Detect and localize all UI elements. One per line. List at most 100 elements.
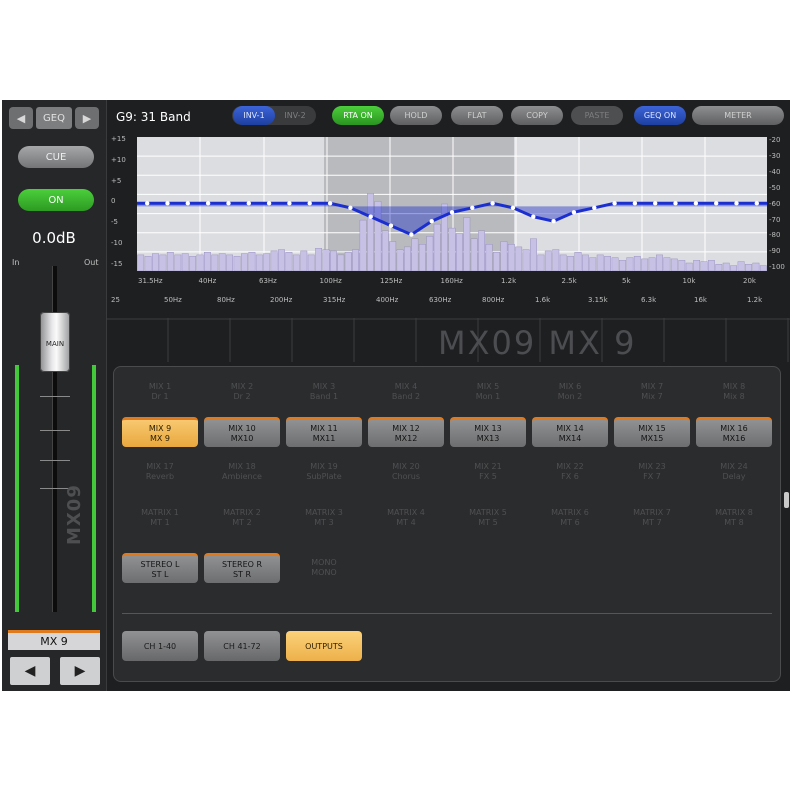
output-selector-panel: MIX 1 Dr 1 MIX 2 Dr 2 MIX 3 Band 1 MIX 4 Ba…: [113, 366, 781, 682]
level-scale-label: -60: [769, 199, 781, 208]
bus-select-mix-23[interactable]: MIX 23 FX 7: [614, 457, 690, 487]
bus-select-mix-1[interactable]: MIX 1 Dr 1: [122, 377, 198, 407]
rta-bar: [389, 241, 397, 271]
bus-select-matrix-6[interactable]: MATRIX 6 MT 6: [532, 503, 608, 533]
rta-bar: [241, 253, 248, 271]
frequency-label: 25: [111, 296, 120, 304]
frequency-label: 160Hz: [440, 277, 463, 285]
bus-select-matrix-3[interactable]: MATRIX 3 MT 3: [286, 503, 362, 533]
rta-bar: [359, 219, 367, 271]
rta-on-button[interactable]: RTA ON: [332, 106, 384, 125]
rta-bar: [211, 254, 219, 271]
bus-select-mix-4[interactable]: MIX 4 Band 2: [368, 377, 444, 407]
bus-select-mix-18[interactable]: MIX 18 Ambience: [204, 457, 280, 487]
rta-bar: [166, 251, 174, 271]
rta-bar: [685, 262, 693, 271]
bank-ch-41-72-button[interactable]: CH 41-72: [204, 631, 280, 661]
bus-select-mix-17[interactable]: MIX 17 Reverb: [122, 457, 198, 487]
bus-select-mix-2[interactable]: MIX 2 Dr 2: [204, 377, 280, 407]
flat-button[interactable]: FLAT: [451, 106, 503, 125]
out-label: Out: [84, 258, 99, 267]
rta-bar: [715, 264, 723, 271]
bus-select-matrix-4[interactable]: MATRIX 4 MT 4: [368, 503, 444, 533]
bus-select-mix-7[interactable]: MIX 7 Mix 7: [614, 377, 690, 407]
rta-bar: [315, 247, 322, 271]
bus-select-mix-16[interactable]: MIX 16 MX16: [696, 417, 772, 447]
right-arrow-icon: ▶: [74, 663, 86, 679]
bus-select-mix-15[interactable]: MIX 15 MX15: [614, 417, 690, 447]
paste-button[interactable]: PASTE: [571, 106, 623, 125]
next-geq-arrow-icon[interactable]: ▶: [75, 107, 99, 129]
bus-select-matrix-7[interactable]: MATRIX 7 MT 7: [614, 503, 690, 533]
bank-outputs-button[interactable]: OUTPUTS: [286, 631, 362, 661]
rta-bar: [456, 233, 463, 271]
bus-select-matrix-1[interactable]: MATRIX 1 MT 1: [122, 503, 198, 533]
rta-bar: [604, 256, 611, 271]
meter-button[interactable]: METER: [692, 106, 784, 125]
rta-bar: [759, 265, 767, 271]
bus-select-mix-8[interactable]: MIX 8 Mix 8: [696, 377, 772, 407]
bus-select-mix-13[interactable]: MIX 13 MX13: [450, 417, 526, 447]
rta-bar: [255, 254, 263, 271]
bus-select-mix-3[interactable]: MIX 3 Band 1: [286, 377, 362, 407]
prev-channel-button[interactable]: ◀: [10, 657, 50, 685]
gain-scale-label: +10: [111, 155, 126, 164]
bus-select-mix-9[interactable]: MIX 9 MX 9: [122, 417, 198, 447]
rta-bar: [144, 256, 152, 271]
bus-select-mix-21[interactable]: MIX 21 FX 5: [450, 457, 526, 487]
bus-select-mix-11[interactable]: MIX 11 MX11: [286, 417, 362, 447]
on-button[interactable]: ON: [18, 189, 94, 211]
bus-select-matrix-8[interactable]: MATRIX 8 MT 8: [696, 503, 772, 533]
prev-geq-arrow-icon[interactable]: ◀: [9, 107, 33, 129]
eq-band-point: [449, 210, 455, 215]
eq-band-point: [409, 232, 414, 237]
rta-bar: [619, 260, 626, 271]
rta-bar: [426, 235, 434, 271]
bus-select-mix-5[interactable]: MIX 5 Mon 1: [450, 377, 526, 407]
cue-button[interactable]: CUE: [18, 146, 94, 168]
inv1-button[interactable]: INV-1: [233, 106, 275, 125]
rta-bar: [515, 246, 523, 271]
bus-select-mix-14[interactable]: MIX 14 MX14: [532, 417, 608, 447]
scrollbar-handle[interactable]: [784, 492, 789, 508]
bus-select-matrix-5[interactable]: MATRIX 5 MT 5: [450, 503, 526, 533]
panel-divider: [122, 613, 772, 614]
inv2-button[interactable]: INV-2: [274, 106, 316, 125]
next-channel-button[interactable]: ▶: [60, 657, 100, 685]
rta-bar: [433, 223, 441, 271]
eq-band-point: [429, 219, 434, 224]
level-scale-label: -30: [769, 151, 781, 160]
copy-button[interactable]: COPY: [511, 106, 563, 125]
bus-select-mix-22[interactable]: MIX 22 FX 6: [532, 457, 608, 487]
rta-bar: [730, 265, 738, 271]
bus-select-mix-6[interactable]: MIX 6 Mon 2: [532, 377, 608, 407]
bus-select-matrix-2[interactable]: MATRIX 2 MT 2: [204, 503, 280, 533]
eq-band-point: [266, 201, 272, 206]
frequency-label: 1.2k: [747, 296, 763, 304]
bank-ch-1-40-button[interactable]: CH 1-40: [122, 631, 198, 661]
bus-select-mix-10[interactable]: MIX 10 MX10: [204, 417, 280, 447]
rta-bar: [596, 254, 604, 271]
frequency-label: 400Hz: [376, 296, 399, 304]
hold-button[interactable]: HOLD: [390, 106, 442, 125]
rta-bar: [292, 254, 300, 271]
bus-select-mix-20[interactable]: MIX 20 Chorus: [368, 457, 444, 487]
rta-bar: [226, 254, 234, 271]
bus-select-stereo-r[interactable]: STEREO R ST R: [204, 553, 280, 583]
fader-tick: [40, 430, 70, 431]
bus-select-mono[interactable]: MONO MONO: [286, 553, 362, 583]
bus-select-mix-12[interactable]: MIX 12 MX12: [368, 417, 444, 447]
rta-bar: [574, 251, 582, 271]
geq-on-button[interactable]: GEQ ON: [634, 106, 686, 125]
in-label: In: [12, 258, 20, 267]
bus-select-mix-19[interactable]: MIX 19 SubPlate: [286, 457, 362, 487]
eq-band-point: [226, 201, 231, 206]
rta-bar: [463, 217, 471, 271]
bus-select-stereo-l[interactable]: STEREO L ST L: [122, 553, 198, 583]
rta-bar: [544, 250, 552, 271]
eq-band-point: [531, 214, 536, 219]
rta-bar: [641, 258, 649, 271]
geq-graph[interactable]: [137, 137, 767, 271]
frequency-label: 100Hz: [319, 277, 342, 285]
bus-select-mix-24[interactable]: MIX 24 Delay: [696, 457, 772, 487]
